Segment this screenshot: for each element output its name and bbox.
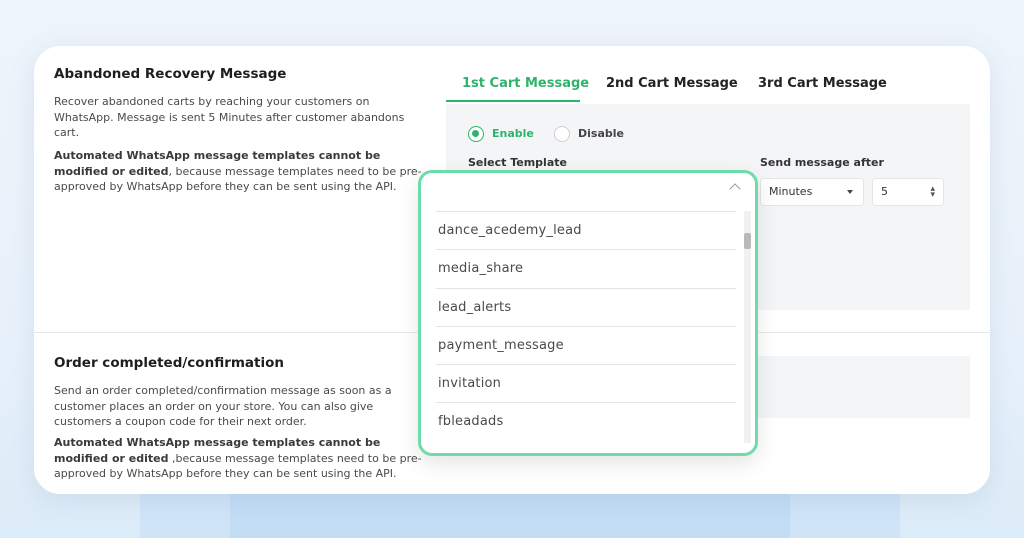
send-after-label: Send message after xyxy=(760,156,884,169)
enable-radio[interactable] xyxy=(468,126,484,142)
time-unit-value: Minutes xyxy=(769,185,813,198)
list-item[interactable]: fbleadads xyxy=(436,402,736,440)
list-item[interactable]: media_share xyxy=(436,249,736,287)
template-options-list: dance_acedemy_lead media_share lead_aler… xyxy=(436,211,736,441)
chevron-down-icon xyxy=(847,190,853,194)
list-item[interactable]: payment_message xyxy=(436,325,736,364)
enable-label[interactable]: Enable xyxy=(492,127,534,140)
order-desc: Send an order completed/confirmation mes… xyxy=(54,384,392,428)
list-item[interactable]: dance_acedemy_lead xyxy=(436,211,736,249)
chevron-up-icon[interactable] xyxy=(729,183,741,195)
disable-label[interactable]: Disable xyxy=(578,127,624,140)
abandoned-note: Automated WhatsApp message templates can… xyxy=(54,148,424,195)
time-unit-select[interactable]: Minutes xyxy=(760,178,864,206)
tab-3rd-cart-message[interactable]: 3rd Cart Message xyxy=(758,66,887,102)
background-glow-inner xyxy=(230,490,790,538)
send-after-amount-input[interactable]: 5 ▴ ▾ xyxy=(872,178,944,206)
disable-radio[interactable] xyxy=(554,126,570,142)
order-note: Automated WhatsApp message templates can… xyxy=(54,435,424,482)
dropdown-scrollbar[interactable] xyxy=(744,211,751,443)
stepper-icon[interactable]: ▴ ▾ xyxy=(930,185,935,200)
list-item[interactable]: lead_alerts xyxy=(436,287,736,326)
tab-2nd-cart-message[interactable]: 2nd Cart Message xyxy=(606,66,738,102)
order-title: Order completed/confirmation xyxy=(54,355,285,371)
list-item[interactable]: invitation xyxy=(436,364,736,402)
template-dropdown[interactable]: dance_acedemy_lead media_share lead_aler… xyxy=(418,170,758,456)
dropdown-scrollbar-thumb[interactable] xyxy=(744,233,751,249)
active-tab-underline xyxy=(446,100,580,102)
abandoned-title: Abandoned Recovery Message xyxy=(54,66,287,82)
send-after-amount-value: 5 xyxy=(881,185,888,198)
tab-1st-cart-message[interactable]: 1st Cart Message xyxy=(462,66,589,102)
select-template-label: Select Template xyxy=(468,156,567,169)
abandoned-desc: Recover abandoned carts by reaching your… xyxy=(54,95,405,139)
